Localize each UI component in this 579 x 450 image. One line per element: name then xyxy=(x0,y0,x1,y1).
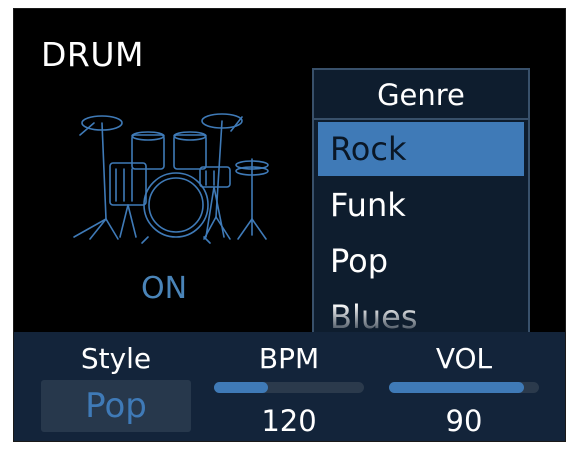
genre-item-funk[interactable]: Funk xyxy=(318,178,524,232)
drum-kit-icon xyxy=(73,113,269,244)
drum-status: ON xyxy=(140,271,188,306)
control-panel: Style Pop BPM 120 VOL 90 xyxy=(14,332,565,441)
bpm-label: BPM xyxy=(258,342,320,375)
bpm-slider[interactable] xyxy=(214,382,364,393)
genre-item-pop[interactable]: Pop xyxy=(318,234,524,288)
screen-title: DRUM xyxy=(41,35,144,74)
genre-header: Genre xyxy=(314,70,528,120)
vol-slider-fill xyxy=(389,382,524,393)
vol-label: VOL xyxy=(435,342,493,375)
bpm-slider-fill xyxy=(214,382,268,393)
style-label: Style xyxy=(80,342,152,375)
bpm-value: 120 xyxy=(261,404,317,438)
genre-list[interactable]: Rock Funk Pop Blues xyxy=(314,122,528,334)
drum-screen: DRUM ON Genre Rock Funk Pop Blues Style … xyxy=(13,8,566,442)
genre-item-blues[interactable]: Blues xyxy=(318,290,524,334)
vol-slider[interactable] xyxy=(389,382,539,393)
vol-value: 90 xyxy=(445,404,483,438)
genre-item-rock[interactable]: Rock xyxy=(318,122,524,176)
genre-list-panel: Genre Rock Funk Pop Blues xyxy=(312,68,530,336)
style-button[interactable]: Pop xyxy=(41,380,191,432)
